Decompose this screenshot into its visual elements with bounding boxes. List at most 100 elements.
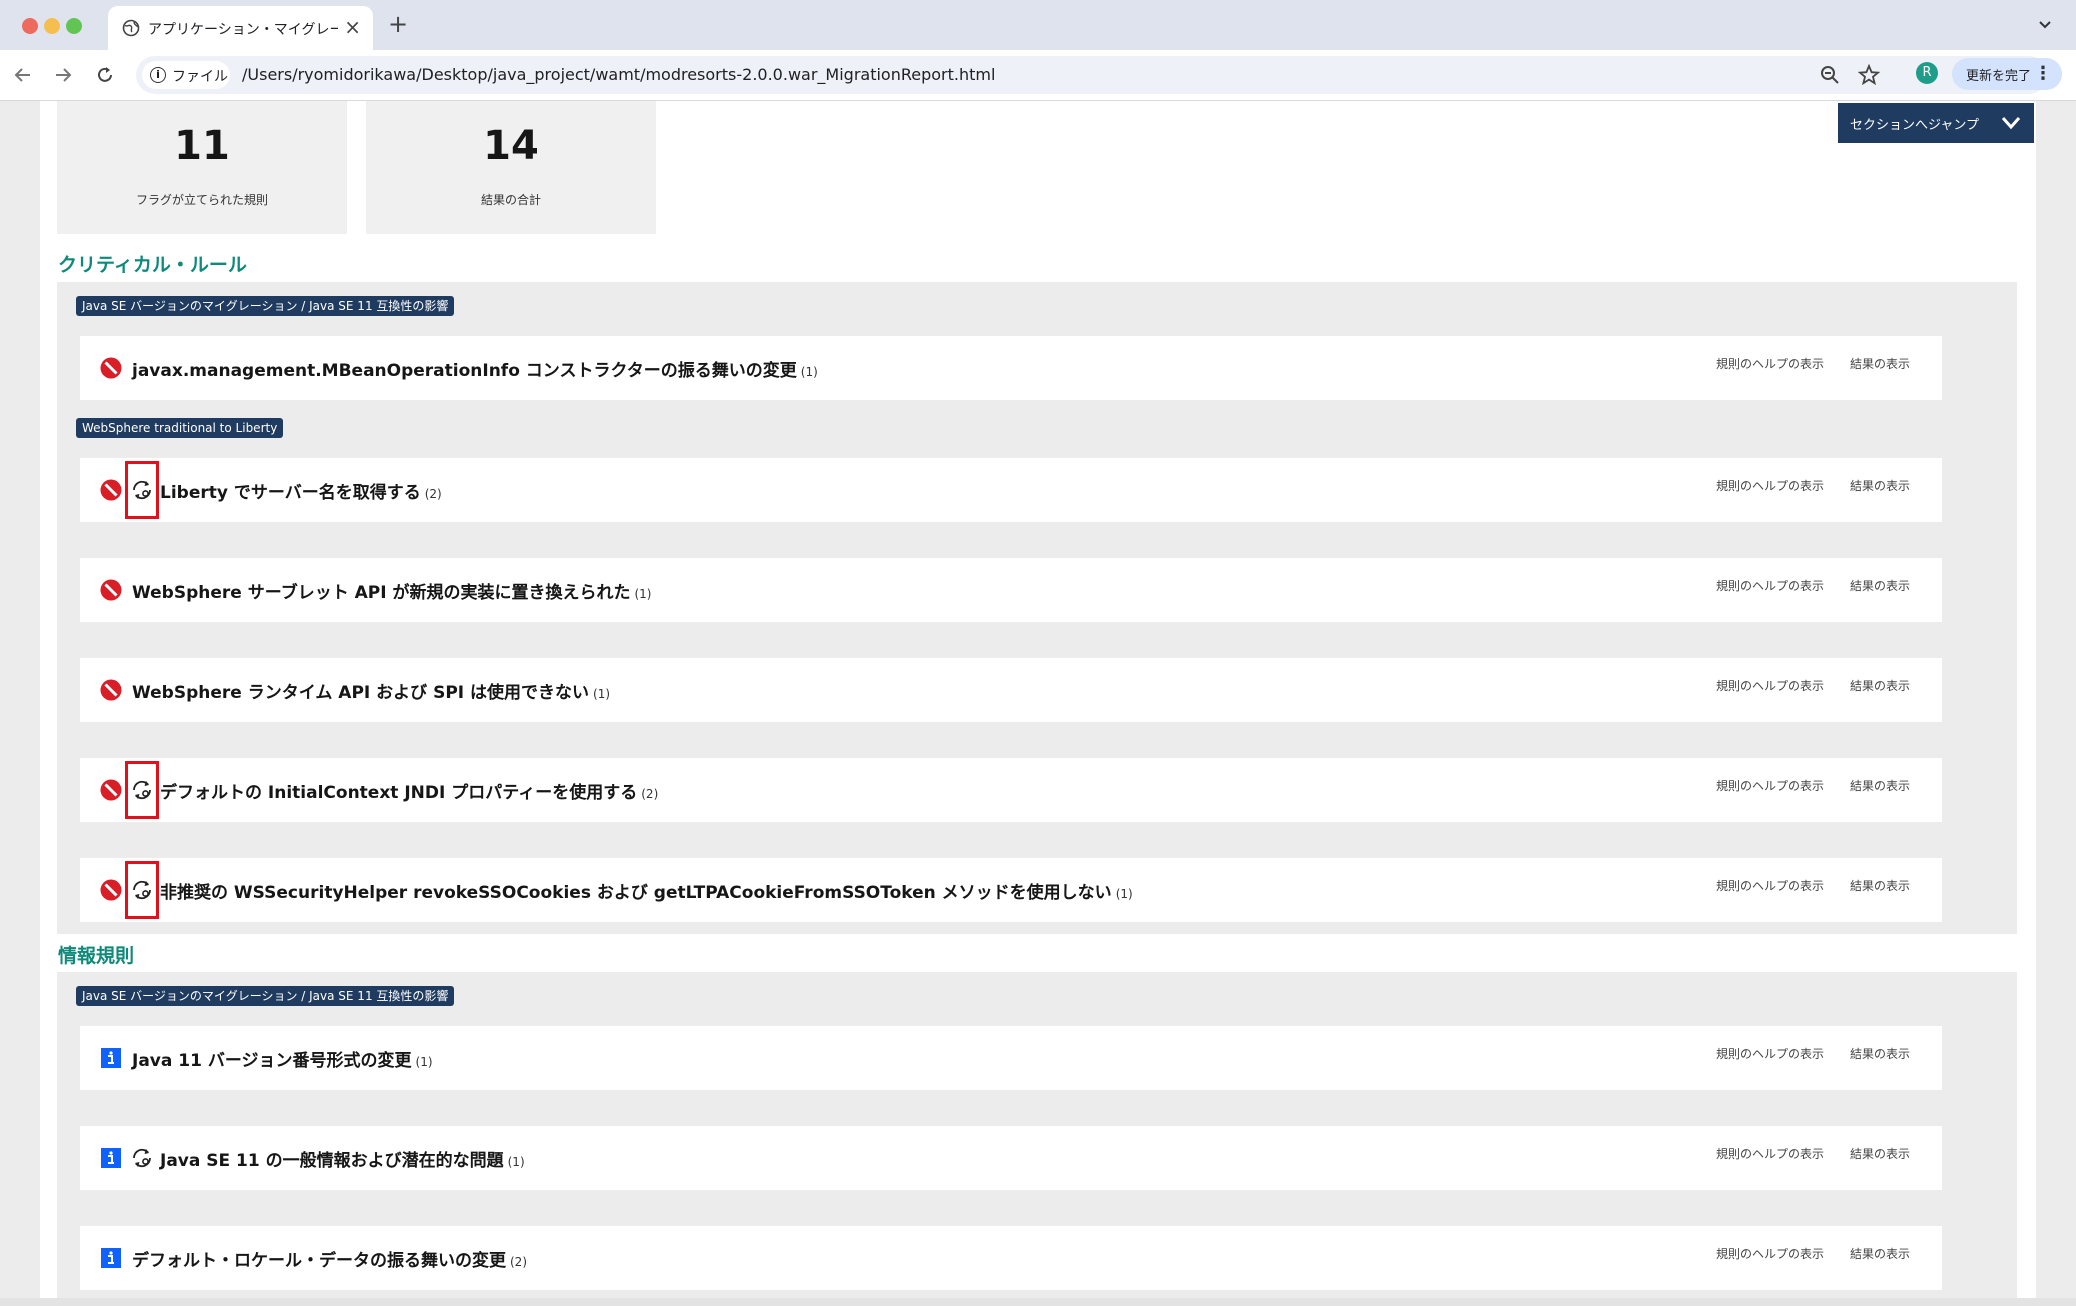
view-results-link[interactable]: 結果の表示 xyxy=(1850,355,1910,372)
bookmark-star-icon[interactable] xyxy=(1858,64,1880,86)
jump-to-section-label: セクションへジャンプ xyxy=(1850,118,1979,133)
rule-row[interactable]: Liberty でサーバー名を取得する (2) 規則のヘルプの表示 結果の表示 xyxy=(80,458,1942,522)
view-results-link[interactable]: 結果の表示 xyxy=(1850,1045,1910,1062)
zoom-magnifier-icon[interactable] xyxy=(1820,65,1840,85)
rule-title: Liberty でサーバー名を取得する (2) xyxy=(160,483,442,503)
rule-title: WebSphere サーブレット API が新規の実装に置き換えられた (1) xyxy=(132,583,652,603)
view-results-link[interactable]: 結果の表示 xyxy=(1850,877,1910,894)
rule-count: (1) xyxy=(507,1155,525,1169)
info-severity-icon xyxy=(101,1248,121,1268)
profile-avatar[interactable]: R xyxy=(1916,62,1938,84)
rule-count: (1) xyxy=(1115,887,1133,901)
info-icon: i xyxy=(150,67,166,83)
rule-count: (1) xyxy=(634,587,652,601)
stat-flagged-rules: 11 フラグが立てられた規則 xyxy=(57,101,347,234)
rule-count: (2) xyxy=(424,487,442,501)
stat-value: 11 xyxy=(174,123,230,169)
stat-total-results: 14 結果の合計 xyxy=(366,101,656,234)
finish-update-button[interactable]: 更新を完了 ⋮ xyxy=(1952,58,2062,90)
stat-label: 結果の合計 xyxy=(480,193,541,207)
rule-title: Java SE 11 の一般情報および潜在的な問題 (1) xyxy=(160,1151,525,1171)
page-bottom-edge xyxy=(0,1298,2076,1306)
view-results-link[interactable]: 結果の表示 xyxy=(1850,1245,1910,1262)
rule-title: デフォルト・ロケール・データの振る舞いの変更 (2) xyxy=(132,1251,527,1271)
rule-title: デフォルトの InitialContext JNDI プロパティーを使用する (2… xyxy=(160,783,659,803)
critical-severity-icon xyxy=(100,479,122,501)
rule-row[interactable]: Java SE 11 の一般情報および潜在的な問題 (1) 規則のヘルプの表示 結… xyxy=(80,1126,1942,1190)
view-results-link[interactable]: 結果の表示 xyxy=(1850,777,1910,794)
rule-count: (1) xyxy=(593,687,611,701)
tab-title: アプリケーション・マイグレーシ xyxy=(148,22,338,38)
highlight-box xyxy=(125,861,159,919)
rule-row[interactable]: 非推奨の WSSecurityHelper revokeSSOCookies お… xyxy=(80,858,1942,922)
reload-icon[interactable] xyxy=(94,64,116,86)
critical-severity-icon xyxy=(100,579,122,601)
rule-count: (1) xyxy=(415,1055,433,1069)
category-tag: Java SE バージョンのマイグレーション / Java SE 11 互換性の… xyxy=(76,986,455,1006)
finish-update-label: 更新を完了 xyxy=(1966,69,2032,84)
critical-rules-heading: クリティカル・ルール xyxy=(58,254,247,276)
close-window-button[interactable] xyxy=(22,18,38,34)
view-results-link[interactable]: 結果の表示 xyxy=(1850,1145,1910,1162)
browser-toolbar: i ファイル /Users/ryomidorikawa/Desktop/java… xyxy=(0,50,2076,101)
stat-value: 14 xyxy=(483,123,539,169)
automated-fix-icon xyxy=(133,1148,151,1168)
browser-tab-bar: アプリケーション・マイグレーシ × + xyxy=(0,0,2076,50)
site-info-chip[interactable]: i ファイル xyxy=(142,61,230,89)
browser-tab[interactable]: アプリケーション・マイグレーシ × xyxy=(108,6,373,50)
view-rule-help-link[interactable]: 規則のヘルプの表示 xyxy=(1716,877,1824,894)
info-severity-icon xyxy=(101,1148,121,1168)
url-text[interactable]: /Users/ryomidorikawa/Desktop/java_projec… xyxy=(242,65,995,84)
stat-label: フラグが立てられた規則 xyxy=(135,193,268,207)
new-tab-button[interactable]: + xyxy=(388,10,408,38)
site-info-label: ファイル xyxy=(172,69,228,85)
critical-severity-icon xyxy=(100,879,122,901)
rule-row[interactable]: WebSphere サーブレット API が新規の実装に置き換えられた (1) 規… xyxy=(80,558,1942,622)
view-rule-help-link[interactable]: 規則のヘルプの表示 xyxy=(1716,1245,1824,1262)
view-rule-help-link[interactable]: 規則のヘルプの表示 xyxy=(1716,577,1824,594)
rule-count: (2) xyxy=(641,787,659,801)
category-tag: WebSphere traditional to Liberty xyxy=(76,418,284,438)
rule-row[interactable]: WebSphere ランタイム API および SPI は使用できない (1) 規… xyxy=(80,658,1942,722)
zoom-window-button[interactable] xyxy=(66,18,82,34)
critical-severity-icon xyxy=(100,357,122,379)
minimize-window-button[interactable] xyxy=(44,18,60,34)
view-results-link[interactable]: 結果の表示 xyxy=(1850,577,1910,594)
view-rule-help-link[interactable]: 規則のヘルプの表示 xyxy=(1716,477,1824,494)
rule-count: (2) xyxy=(510,1255,527,1269)
back-arrow-icon[interactable] xyxy=(12,64,34,86)
rule-row[interactable]: Java 11 バージョン番号形式の変更 (1) 規則のヘルプの表示 結果の表示 xyxy=(80,1026,1942,1090)
highlight-box xyxy=(125,761,159,819)
view-rule-help-link[interactable]: 規則のヘルプの表示 xyxy=(1716,355,1824,372)
rule-count: (1) xyxy=(800,365,818,379)
rule-title: 非推奨の WSSecurityHelper revokeSSOCookies お… xyxy=(160,883,1133,903)
close-tab-icon[interactable]: × xyxy=(344,15,361,39)
info-severity-icon xyxy=(101,1048,121,1068)
jump-to-section-button[interactable]: セクションへジャンプ xyxy=(1838,103,2034,143)
chevron-down-icon xyxy=(2001,117,2021,130)
view-results-link[interactable]: 結果の表示 xyxy=(1850,677,1910,694)
rule-title: WebSphere ランタイム API および SPI は使用できない (1) xyxy=(132,683,611,703)
address-bar[interactable]: i ファイル /Users/ryomidorikawa/Desktop/java… xyxy=(136,56,2048,94)
critical-severity-icon xyxy=(100,779,122,801)
rule-row[interactable]: デフォルトの InitialContext JNDI プロパティーを使用する (2… xyxy=(80,758,1942,822)
category-tag: Java SE バージョンのマイグレーション / Java SE 11 互換性の… xyxy=(76,296,455,316)
rule-row[interactable]: デフォルト・ロケール・データの振る舞いの変更 (2) 規則のヘルプの表示 結果の表… xyxy=(80,1226,1942,1290)
rule-row[interactable]: javax.management.MBeanOperationInfo コンスト… xyxy=(80,336,1942,400)
more-menu-icon[interactable]: ⋮ xyxy=(2034,63,2052,84)
critical-severity-icon xyxy=(100,679,122,701)
view-rule-help-link[interactable]: 規則のヘルプの表示 xyxy=(1716,777,1824,794)
rule-title: Java 11 バージョン番号形式の変更 (1) xyxy=(132,1051,433,1071)
forward-arrow-icon[interactable] xyxy=(52,64,74,86)
page-margin-left xyxy=(0,101,40,1306)
view-rule-help-link[interactable]: 規則のヘルプの表示 xyxy=(1716,1045,1824,1062)
page-margin-right xyxy=(2036,101,2076,1306)
view-results-link[interactable]: 結果の表示 xyxy=(1850,477,1910,494)
view-rule-help-link[interactable]: 規則のヘルプの表示 xyxy=(1716,677,1824,694)
globe-icon xyxy=(122,19,140,37)
highlight-box xyxy=(125,461,159,519)
chevron-down-icon[interactable] xyxy=(2036,15,2054,33)
rule-title: javax.management.MBeanOperationInfo コンスト… xyxy=(132,361,818,381)
view-rule-help-link[interactable]: 規則のヘルプの表示 xyxy=(1716,1145,1824,1162)
info-rules-heading: 情報規則 xyxy=(58,945,135,967)
